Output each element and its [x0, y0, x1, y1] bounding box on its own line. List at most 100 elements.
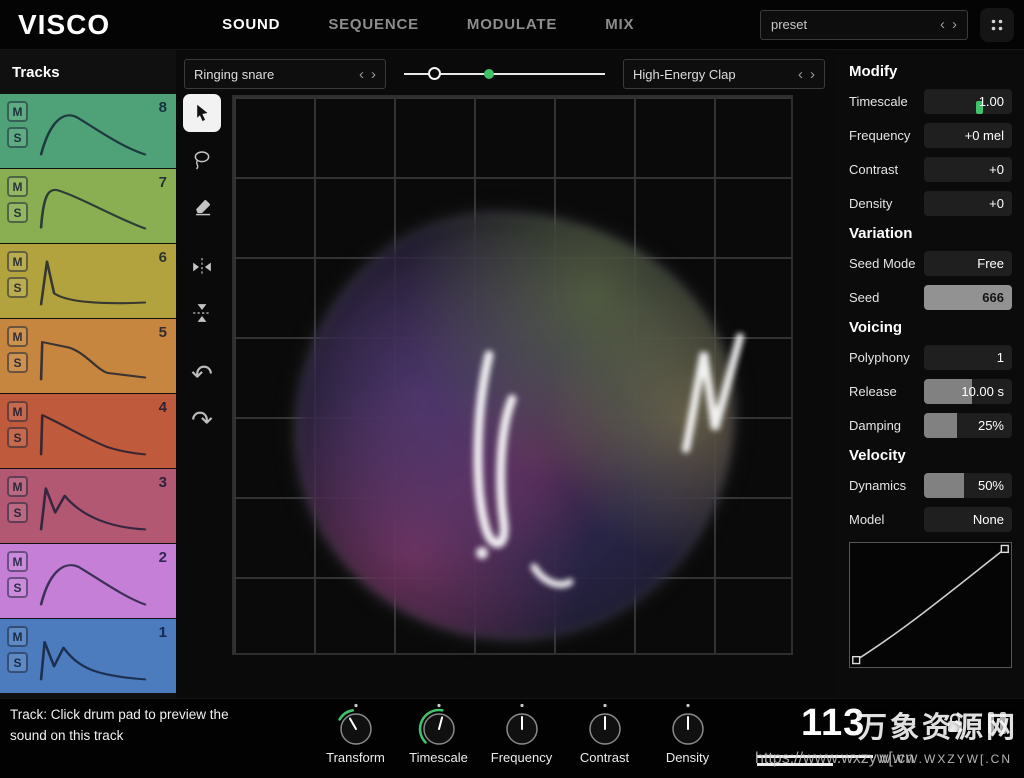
- tab-modulate[interactable]: MODULATE: [467, 16, 557, 33]
- sample-a-next-icon[interactable]: ›: [371, 67, 376, 82]
- track-row-1[interactable]: M S 1: [0, 619, 176, 693]
- track-waveform: [34, 404, 152, 460]
- damping-value[interactable]: 25%: [924, 413, 1012, 438]
- preset-prev-icon[interactable]: ‹: [940, 17, 945, 32]
- tab-sequence[interactable]: SEQUENCE: [328, 16, 419, 33]
- mute-button[interactable]: M: [7, 626, 28, 647]
- mute-button[interactable]: M: [7, 401, 28, 422]
- knob-label: Transform: [326, 750, 385, 765]
- frequency-value[interactable]: +0 mel: [924, 123, 1012, 148]
- solo-button[interactable]: S: [7, 427, 28, 448]
- visco-app: VISCO SOUND SEQUENCE MODULATE MIX preset…: [0, 0, 1024, 778]
- track-number: 2: [159, 549, 167, 566]
- menu-dots-icon: [989, 17, 1005, 33]
- tracks-header: Tracks: [0, 50, 176, 94]
- flip-horizontal-button[interactable]: [183, 248, 221, 286]
- undo-button[interactable]: ↶: [183, 356, 221, 394]
- flip-horizontal-icon: [188, 253, 216, 281]
- spectral-canvas[interactable]: [232, 95, 793, 655]
- morph-slider[interactable]: [404, 59, 605, 89]
- tempo-display[interactable]: 113: [801, 702, 865, 745]
- solo-button[interactable]: S: [7, 202, 28, 223]
- curve-handle-start[interactable]: [853, 657, 860, 664]
- contrast-knob[interactable]: Contrast: [563, 702, 646, 765]
- sample-a-selector[interactable]: Ringing snare ‹ ›: [184, 59, 386, 89]
- mute-button[interactable]: M: [7, 101, 28, 122]
- sample-a-prev-icon[interactable]: ‹: [359, 67, 364, 82]
- solo-button[interactable]: S: [7, 352, 28, 373]
- flip-vertical-icon: [188, 299, 216, 327]
- track-row-6[interactable]: M S 6: [0, 244, 176, 318]
- velocity-curve-editor[interactable]: [849, 542, 1012, 668]
- solo-button[interactable]: S: [7, 577, 28, 598]
- sample-b-chevrons: ‹ ›: [798, 67, 815, 82]
- damping-label: Damping: [849, 418, 901, 433]
- mute-button[interactable]: M: [7, 551, 28, 572]
- density-label: Density: [849, 196, 892, 211]
- select-tool-button[interactable]: [183, 94, 221, 132]
- solo-button[interactable]: S: [7, 502, 28, 523]
- morph-position-dot[interactable]: [484, 69, 494, 79]
- track-waveform: [34, 179, 152, 235]
- parameters-panel: Modify Timescale 1.00 Frequency +0 mel C…: [835, 50, 1024, 698]
- track-number: 1: [159, 624, 167, 641]
- tab-sound[interactable]: SOUND: [222, 16, 280, 33]
- solo-button[interactable]: S: [7, 277, 28, 298]
- release-label: Release: [849, 384, 897, 399]
- track-waveform: [34, 329, 152, 385]
- dynamics-value[interactable]: 50%: [924, 473, 1012, 498]
- solo-button[interactable]: S: [7, 652, 28, 673]
- mute-button[interactable]: M: [7, 176, 28, 197]
- flip-vertical-button[interactable]: [183, 294, 221, 332]
- timescale-knob[interactable]: Timescale: [397, 702, 480, 765]
- seed-value[interactable]: 666: [924, 285, 1012, 310]
- mute-button[interactable]: M: [7, 326, 28, 347]
- more-menu-button[interactable]: [980, 8, 1014, 42]
- contrast-label: Contrast: [849, 162, 898, 177]
- release-value[interactable]: 10.00 s: [924, 379, 1012, 404]
- contrast-value[interactable]: +0: [924, 157, 1012, 182]
- redo-button[interactable]: ↷: [183, 402, 221, 440]
- mute-button[interactable]: M: [7, 476, 28, 497]
- tab-mix[interactable]: MIX: [605, 16, 634, 33]
- track-row-8[interactable]: M S 8: [0, 94, 176, 168]
- model-value[interactable]: None: [924, 507, 1012, 532]
- redo-icon: ↷: [191, 408, 213, 434]
- polyphony-value[interactable]: 1: [924, 345, 1012, 370]
- track-row-7[interactable]: M S 7: [0, 169, 176, 243]
- track-row-2[interactable]: M S 2: [0, 544, 176, 618]
- eraser-tool-button[interactable]: [183, 186, 221, 224]
- top-bar: VISCO SOUND SEQUENCE MODULATE MIX preset…: [0, 0, 1024, 50]
- knob-dial-icon: [334, 702, 378, 750]
- transform-knob[interactable]: Transform: [314, 702, 397, 765]
- macro-knobs: Transform Timescale Frequency: [314, 702, 729, 765]
- knob-label: Density: [666, 750, 709, 765]
- sample-b-next-icon[interactable]: ›: [810, 67, 815, 82]
- seed-mode-value[interactable]: Free: [924, 251, 1012, 276]
- density-knob[interactable]: Density: [646, 702, 729, 765]
- lasso-tool-button[interactable]: [183, 140, 221, 178]
- track-row-4[interactable]: M S 4: [0, 394, 176, 468]
- frequency-knob[interactable]: Frequency: [480, 702, 563, 765]
- morph-slider-handle[interactable]: [428, 67, 441, 80]
- mute-button[interactable]: M: [7, 251, 28, 272]
- timescale-value[interactable]: 1.00: [924, 89, 1012, 114]
- density-value[interactable]: +0: [924, 191, 1012, 216]
- track-waveform: [34, 254, 152, 310]
- variation-section-title: Variation: [849, 225, 1012, 242]
- preset-selector[interactable]: preset ‹ ›: [760, 10, 968, 40]
- watermark-chinese: 万象资源网: [858, 704, 1018, 746]
- cursor-icon: [189, 100, 215, 126]
- eraser-icon: [188, 191, 216, 219]
- frequency-label: Frequency: [849, 128, 910, 143]
- track-number: 6: [159, 249, 167, 266]
- curve-handle-end[interactable]: [1001, 545, 1008, 552]
- track-row-3[interactable]: M S 3: [0, 469, 176, 543]
- sample-b-selector[interactable]: High-Energy Clap ‹ ›: [623, 59, 825, 89]
- sample-b-prev-icon[interactable]: ‹: [798, 67, 803, 82]
- preset-next-icon[interactable]: ›: [952, 17, 957, 32]
- track-row-5[interactable]: M S 5: [0, 319, 176, 393]
- solo-button[interactable]: S: [7, 127, 28, 148]
- mute-solo-group: M S: [7, 176, 28, 223]
- seed-label: Seed: [849, 290, 879, 305]
